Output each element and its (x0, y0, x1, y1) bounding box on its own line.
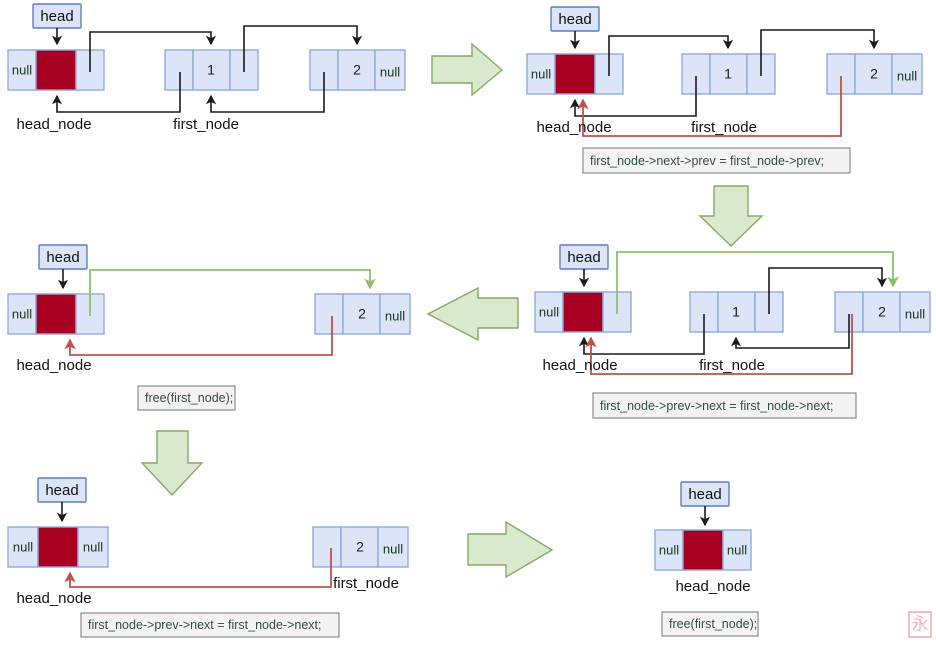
flow-arrow-left-middle (426, 286, 519, 342)
code-box-p6: free(first_node); (661, 611, 759, 637)
head-label-p3: head (567, 249, 600, 266)
panel-bottom-right: head null null head_node free(first_node… (654, 481, 759, 637)
node-2-next-null-p1: null (380, 64, 400, 79)
node-1-value-p1: 1 (207, 62, 215, 78)
panel-top-left: head null 1 2 null head_node first_node (7, 3, 406, 133)
dangling-prev-link-p5 (64, 548, 332, 588)
head-label-p6: head (688, 486, 721, 503)
node-2-next-null-p4: null (385, 308, 405, 323)
updated-prev-link-2-to-head-p4 (64, 316, 333, 356)
head-pointer-box-p5: head (37, 477, 87, 503)
node-2-next-null-p2: null (897, 68, 917, 83)
flow-arrow-right-top (431, 42, 504, 97)
node-2-next-null-p5: null (383, 541, 403, 556)
code-text-p3: first_node->prev->next = first_node->nex… (600, 399, 833, 413)
node-1-value-p3: 1 (732, 304, 740, 320)
head-pointer-box-p1: head (32, 3, 82, 29)
panel-middle-left: head null 2 null head_node free(first_no… (7, 244, 411, 411)
head-pointer-box-p3: head (559, 244, 609, 270)
node-2-value-p2: 2 (870, 66, 878, 82)
head-node-prev-null-p6: null (659, 542, 679, 557)
head-node-next-null-p6: null (727, 542, 747, 557)
node-2-value-p1: 2 (353, 62, 361, 78)
head-node-p6: null null (654, 529, 752, 571)
node-2-value-p3: 2 (878, 304, 886, 320)
head-node-prev-null-p2: null (531, 66, 551, 81)
first-node-label-p3: first_node (699, 357, 765, 374)
flow-arrow-right-bottom (467, 520, 554, 579)
code-box-p5: first_node->prev->next = first_node->nex… (80, 612, 340, 638)
first-node-label-p2: first_node (691, 119, 757, 136)
code-text-p6: free(first_node); (669, 617, 757, 631)
head-node-label-p2: head_node (536, 119, 611, 136)
head-node-p5: null null (7, 526, 109, 568)
first-node-label-p5: first_node (333, 575, 399, 592)
panel-top-right: head null 1 2 null head_node first_node … (526, 6, 923, 174)
head-node-label-p5: head_node (16, 590, 91, 607)
code-box-p2: first_node->next->prev = first_node->pre… (582, 147, 851, 174)
head-node-label-p4: head_node (16, 357, 91, 374)
diagram-canvas: head null 1 2 null head_node first_node … (7, 3, 932, 638)
watermark-logo: 永 (908, 611, 932, 638)
node-2-value-p4: 2 (358, 306, 366, 322)
panel-middle-right: head null 1 2 null head_node first_node … (534, 244, 931, 419)
node-1-value-p2: 1 (724, 66, 732, 82)
code-text-p4: free(first_node); (145, 391, 233, 405)
watermark-glyph: 永 (912, 614, 929, 633)
node-2-p5: 2 null (312, 526, 409, 568)
code-box-p3: first_node->prev->next = first_node->nex… (592, 392, 857, 419)
head-label-p2: head (558, 11, 591, 28)
flow-arrow-down-right (698, 185, 764, 247)
first-node-label-p1: first_node (173, 116, 239, 133)
head-node-label-p3: head_node (542, 357, 617, 374)
head-node-prev-null-p1: null (12, 62, 32, 77)
head-pointer-box-p6: head (680, 481, 730, 507)
head-label-p4: head (46, 249, 79, 266)
head-node-prev-null-p4: null (12, 306, 32, 321)
head-node-next-null-p5: null (83, 539, 103, 554)
node-2-value-p5: 2 (356, 539, 364, 555)
node-2-next-null-p3: null (905, 306, 925, 321)
flow-arrow-down-left (140, 430, 204, 497)
head-node-label-p6: head_node (675, 578, 750, 595)
head-node-label-p1: head_node (16, 116, 91, 133)
head-label-p1: head (40, 8, 73, 25)
panel-bottom-left: head null null 2 null head_node first_no… (7, 477, 409, 638)
head-node-prev-null-p5: null (13, 539, 33, 554)
node-2-p4: 2 null (314, 293, 411, 335)
code-text-p5: first_node->prev->next = first_node->nex… (88, 618, 321, 632)
head-label-p5: head (45, 482, 78, 499)
code-box-p4: free(first_node); (137, 385, 236, 411)
head-pointer-box-p2: head (550, 6, 600, 32)
head-node-prev-null-p3: null (539, 304, 559, 319)
code-text-p2: first_node->next->prev = first_node->pre… (590, 154, 824, 168)
head-pointer-box-p4: head (38, 244, 88, 270)
